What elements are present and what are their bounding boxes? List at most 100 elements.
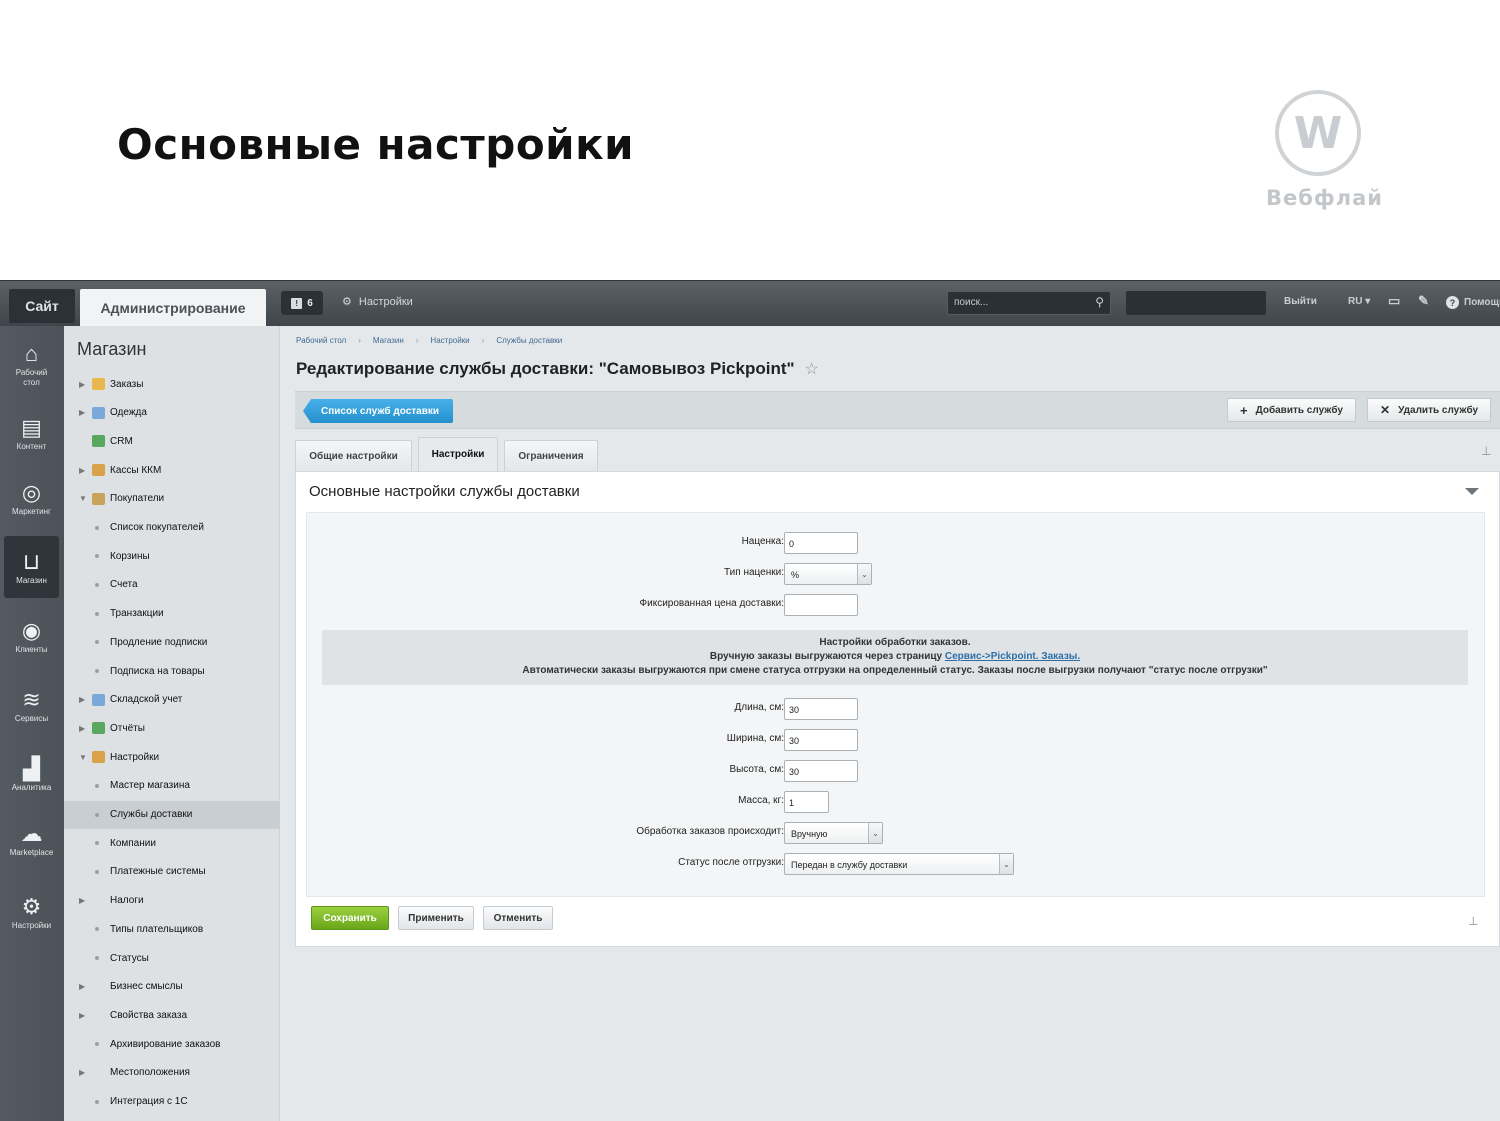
window-icon[interactable]: ▭ [1388, 293, 1400, 309]
nav-content[interactable]: ▤ Контент [4, 402, 59, 464]
gear-icon: ⚙ [342, 296, 352, 308]
sidebar-item[interactable]: ▶ Отчёты [64, 714, 280, 742]
chevron-right-icon: › [358, 336, 361, 345]
sidebar-title: Магазин [77, 339, 147, 359]
tab-general[interactable]: Общие настройки [295, 440, 412, 471]
sidebar-item[interactable]: Корзины [64, 542, 280, 570]
width-input[interactable]: 30 [784, 729, 858, 751]
nav-settings[interactable]: ⚙ Настройки [4, 881, 59, 943]
field-label: Фиксированная цена доставки: [639, 598, 784, 609]
chevron-down-icon: ⌄ [857, 564, 871, 584]
sidebar-item[interactable]: Архивирование заказов [64, 1030, 280, 1058]
add-service-label: Добавить службу [1255, 404, 1343, 416]
panel-title: Основные настройки службы доставки [309, 483, 580, 500]
nav-services[interactable]: ≋ Сервисы [4, 674, 59, 736]
sidebar-item[interactable]: Компании [64, 829, 280, 857]
sidebar-item[interactable]: ▼ Настройки [64, 743, 280, 771]
sidebar-item[interactable]: Подписка на товары [64, 657, 280, 685]
sidebar-item[interactable]: Счета [64, 571, 280, 599]
sidebar-item[interactable]: Мастер магазина [64, 772, 280, 800]
sidebar-item[interactable]: Платежные системы [64, 858, 280, 886]
chevron-down-icon[interactable]: ▼ [79, 494, 87, 503]
chevron-right-icon[interactable]: ▶ [79, 695, 85, 704]
chevron-right-icon[interactable]: ▶ [79, 466, 85, 475]
admin-tab[interactable]: Администрирование [80, 289, 266, 327]
add-service-button[interactable]: + Добавить службу [1227, 398, 1356, 422]
sidebar-item[interactable]: Службы доставки [64, 800, 280, 829]
nav-clients[interactable]: ◉ Клиенты [4, 605, 59, 667]
delivery-list-button[interactable]: Список служб доставки [303, 399, 454, 423]
sidebar-item[interactable]: CRM [64, 427, 280, 455]
height-input[interactable]: 30 [784, 760, 858, 782]
chevron-right-icon[interactable]: ▶ [79, 1011, 85, 1020]
site-button[interactable]: Сайт [9, 289, 75, 323]
nav-marketing[interactable]: ◎ Маркетинг [4, 467, 59, 529]
help-link[interactable]: ? Помощь [1446, 296, 1500, 309]
top-settings-link[interactable]: ⚙ Настройки [342, 295, 413, 309]
sidebar-item[interactable]: Транзакции [64, 600, 280, 628]
pin-icon[interactable]: ⊥ [1481, 444, 1491, 458]
language-select[interactable]: RU ▾ [1348, 296, 1370, 307]
chevron-right-icon[interactable]: ▶ [79, 896, 85, 905]
notifications-count: 6 [307, 297, 313, 309]
mass-input[interactable]: 1 [784, 791, 829, 813]
pickpoint-orders-link[interactable]: Сервис->Pickpoint. Заказы. [945, 651, 1080, 662]
pin-icon[interactable]: ⊥ [1468, 914, 1478, 928]
markup-type-select[interactable]: % ⌄ [784, 563, 872, 585]
delete-service-button[interactable]: ✕ Удалить службу [1367, 398, 1492, 422]
star-icon[interactable]: ☆ [805, 359, 819, 379]
sidebar-item[interactable]: ▶ Одежда [64, 399, 280, 427]
chevron-down-icon[interactable]: ▼ [79, 753, 87, 762]
sidebar-item[interactable]: ▶ Бизнес смыслы [64, 973, 280, 1001]
notifications-button[interactable]: ! 6 [281, 291, 323, 315]
sidebar-item[interactable]: Интеграция с 1С [64, 1088, 280, 1116]
sidebar-item[interactable]: ▶ Налоги [64, 887, 280, 915]
sidebar-item[interactable]: Статусы [64, 944, 280, 972]
breadcrumb-item[interactable]: Службы доставки [496, 336, 562, 345]
sidebar-item[interactable]: Продление подписки [64, 628, 280, 656]
chevron-right-icon[interactable]: ▶ [79, 724, 85, 733]
user-box[interactable] [1126, 291, 1266, 315]
sidebar-item[interactable]: ▶ Заказы [64, 370, 280, 398]
markup-input[interactable]: 0 [784, 532, 858, 554]
sidebar-item[interactable]: ▶ Местоположения [64, 1059, 280, 1087]
cancel-button[interactable]: Отменить [483, 906, 553, 930]
tab-restrictions[interactable]: Ограничения [504, 440, 598, 471]
apply-button[interactable]: Применить [398, 906, 474, 930]
search-icon[interactable]: ⚲ [1095, 295, 1104, 309]
sidebar-item[interactable]: ▶ Складской учет [64, 686, 280, 714]
chevron-right-icon[interactable]: ▶ [79, 408, 85, 417]
logout-link[interactable]: Выйти [1284, 296, 1317, 307]
pin-icon[interactable]: ✎ [1418, 293, 1429, 309]
processing-select[interactable]: Вручную ⌄ [784, 822, 883, 844]
search-input[interactable]: поиск... ⚲ [947, 291, 1111, 315]
chevron-right-icon[interactable]: ▶ [79, 982, 85, 991]
status-after-select[interactable]: Передан в службу доставки ⌄ [784, 853, 1014, 875]
collapse-icon[interactable] [1465, 488, 1479, 495]
sidebar-item[interactable]: Список покупателей [64, 514, 280, 542]
chevron-right-icon[interactable]: ▶ [79, 380, 85, 389]
breadcrumb-item[interactable]: Рабочий стол [296, 336, 346, 345]
sidebar-item-label: Компании [110, 837, 156, 849]
language-label: RU [1348, 296, 1363, 307]
nav-shop[interactable]: ⊔ Магазин [4, 536, 59, 598]
sidebar-item-label: Настройки [110, 751, 160, 763]
sidebar-item[interactable]: ▼ Покупатели [64, 485, 280, 513]
save-button[interactable]: Сохранить [311, 906, 389, 930]
nav-analytics[interactable]: ▟ Аналитика [4, 743, 59, 805]
sidebar-item-label: Бизнес смыслы [110, 981, 183, 993]
sidebar-item[interactable]: ▶ Свойства заказа [64, 1001, 280, 1029]
nav-desktop[interactable]: ⌂ Рабочий стол [4, 334, 59, 396]
breadcrumb-item[interactable]: Магазин [373, 336, 404, 345]
length-input[interactable]: 30 [784, 698, 858, 720]
tab-settings[interactable]: Настройки [418, 437, 498, 471]
field-label: Наценка: [741, 536, 784, 547]
breadcrumb-item[interactable]: Настройки [430, 336, 469, 345]
nav-marketplace[interactable]: ☁ Marketplace [4, 808, 59, 870]
note-line: Настройки обработки заказов. [819, 637, 971, 648]
fixed-price-input[interactable] [784, 594, 858, 616]
row-mass: Масса, кг: 1 [307, 791, 1486, 813]
sidebar-item[interactable]: Типы плательщиков [64, 915, 280, 943]
chevron-right-icon[interactable]: ▶ [79, 1068, 85, 1077]
sidebar-item[interactable]: ▶ Кассы ККМ [64, 456, 280, 484]
